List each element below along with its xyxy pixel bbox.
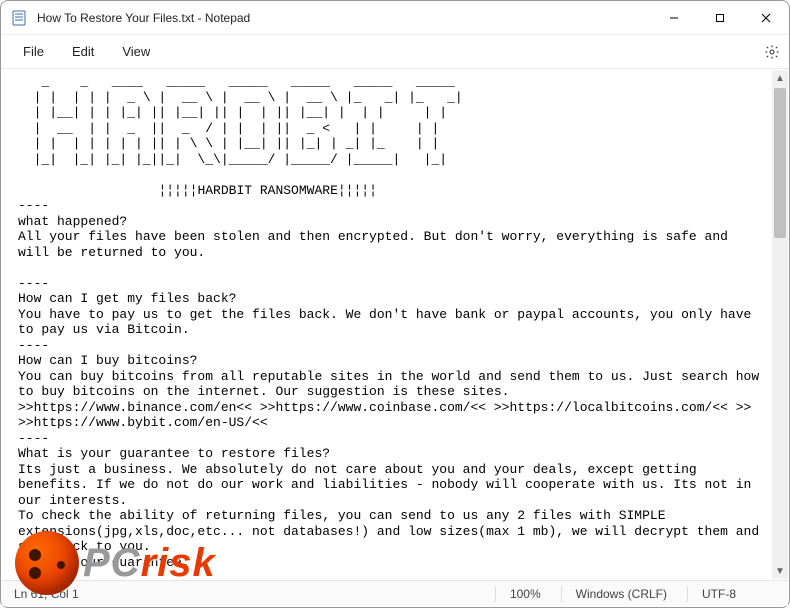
titlebar: How To Restore Your Files.txt - Notepad [1,1,789,35]
maximize-button[interactable] [697,1,743,35]
menu-file[interactable]: File [9,38,58,65]
statusbar: Ln 61, Col 1 100% Windows (CRLF) UTF-8 [2,580,788,606]
status-encoding: UTF-8 [702,587,776,601]
status-eol: Windows (CRLF) [576,587,687,601]
minimize-button[interactable] [651,1,697,35]
vertical-scrollbar[interactable]: ▲ ▼ [772,70,788,579]
scroll-down-arrow[interactable]: ▼ [772,563,788,579]
settings-button[interactable] [755,35,789,69]
scroll-up-arrow[interactable]: ▲ [772,70,788,86]
window-title: How To Restore Your Files.txt - Notepad [37,11,250,25]
notepad-icon [11,10,27,26]
close-button[interactable] [743,1,789,35]
text-area[interactable]: _ _ ____ _____ _____ _____ _____ _____ |… [2,70,772,579]
menubar: File Edit View [1,35,789,69]
scroll-thumb[interactable] [774,88,786,238]
menu-edit[interactable]: Edit [58,38,108,65]
status-position: Ln 61, Col 1 [14,587,99,601]
menu-view[interactable]: View [108,38,164,65]
status-zoom: 100% [510,587,561,601]
